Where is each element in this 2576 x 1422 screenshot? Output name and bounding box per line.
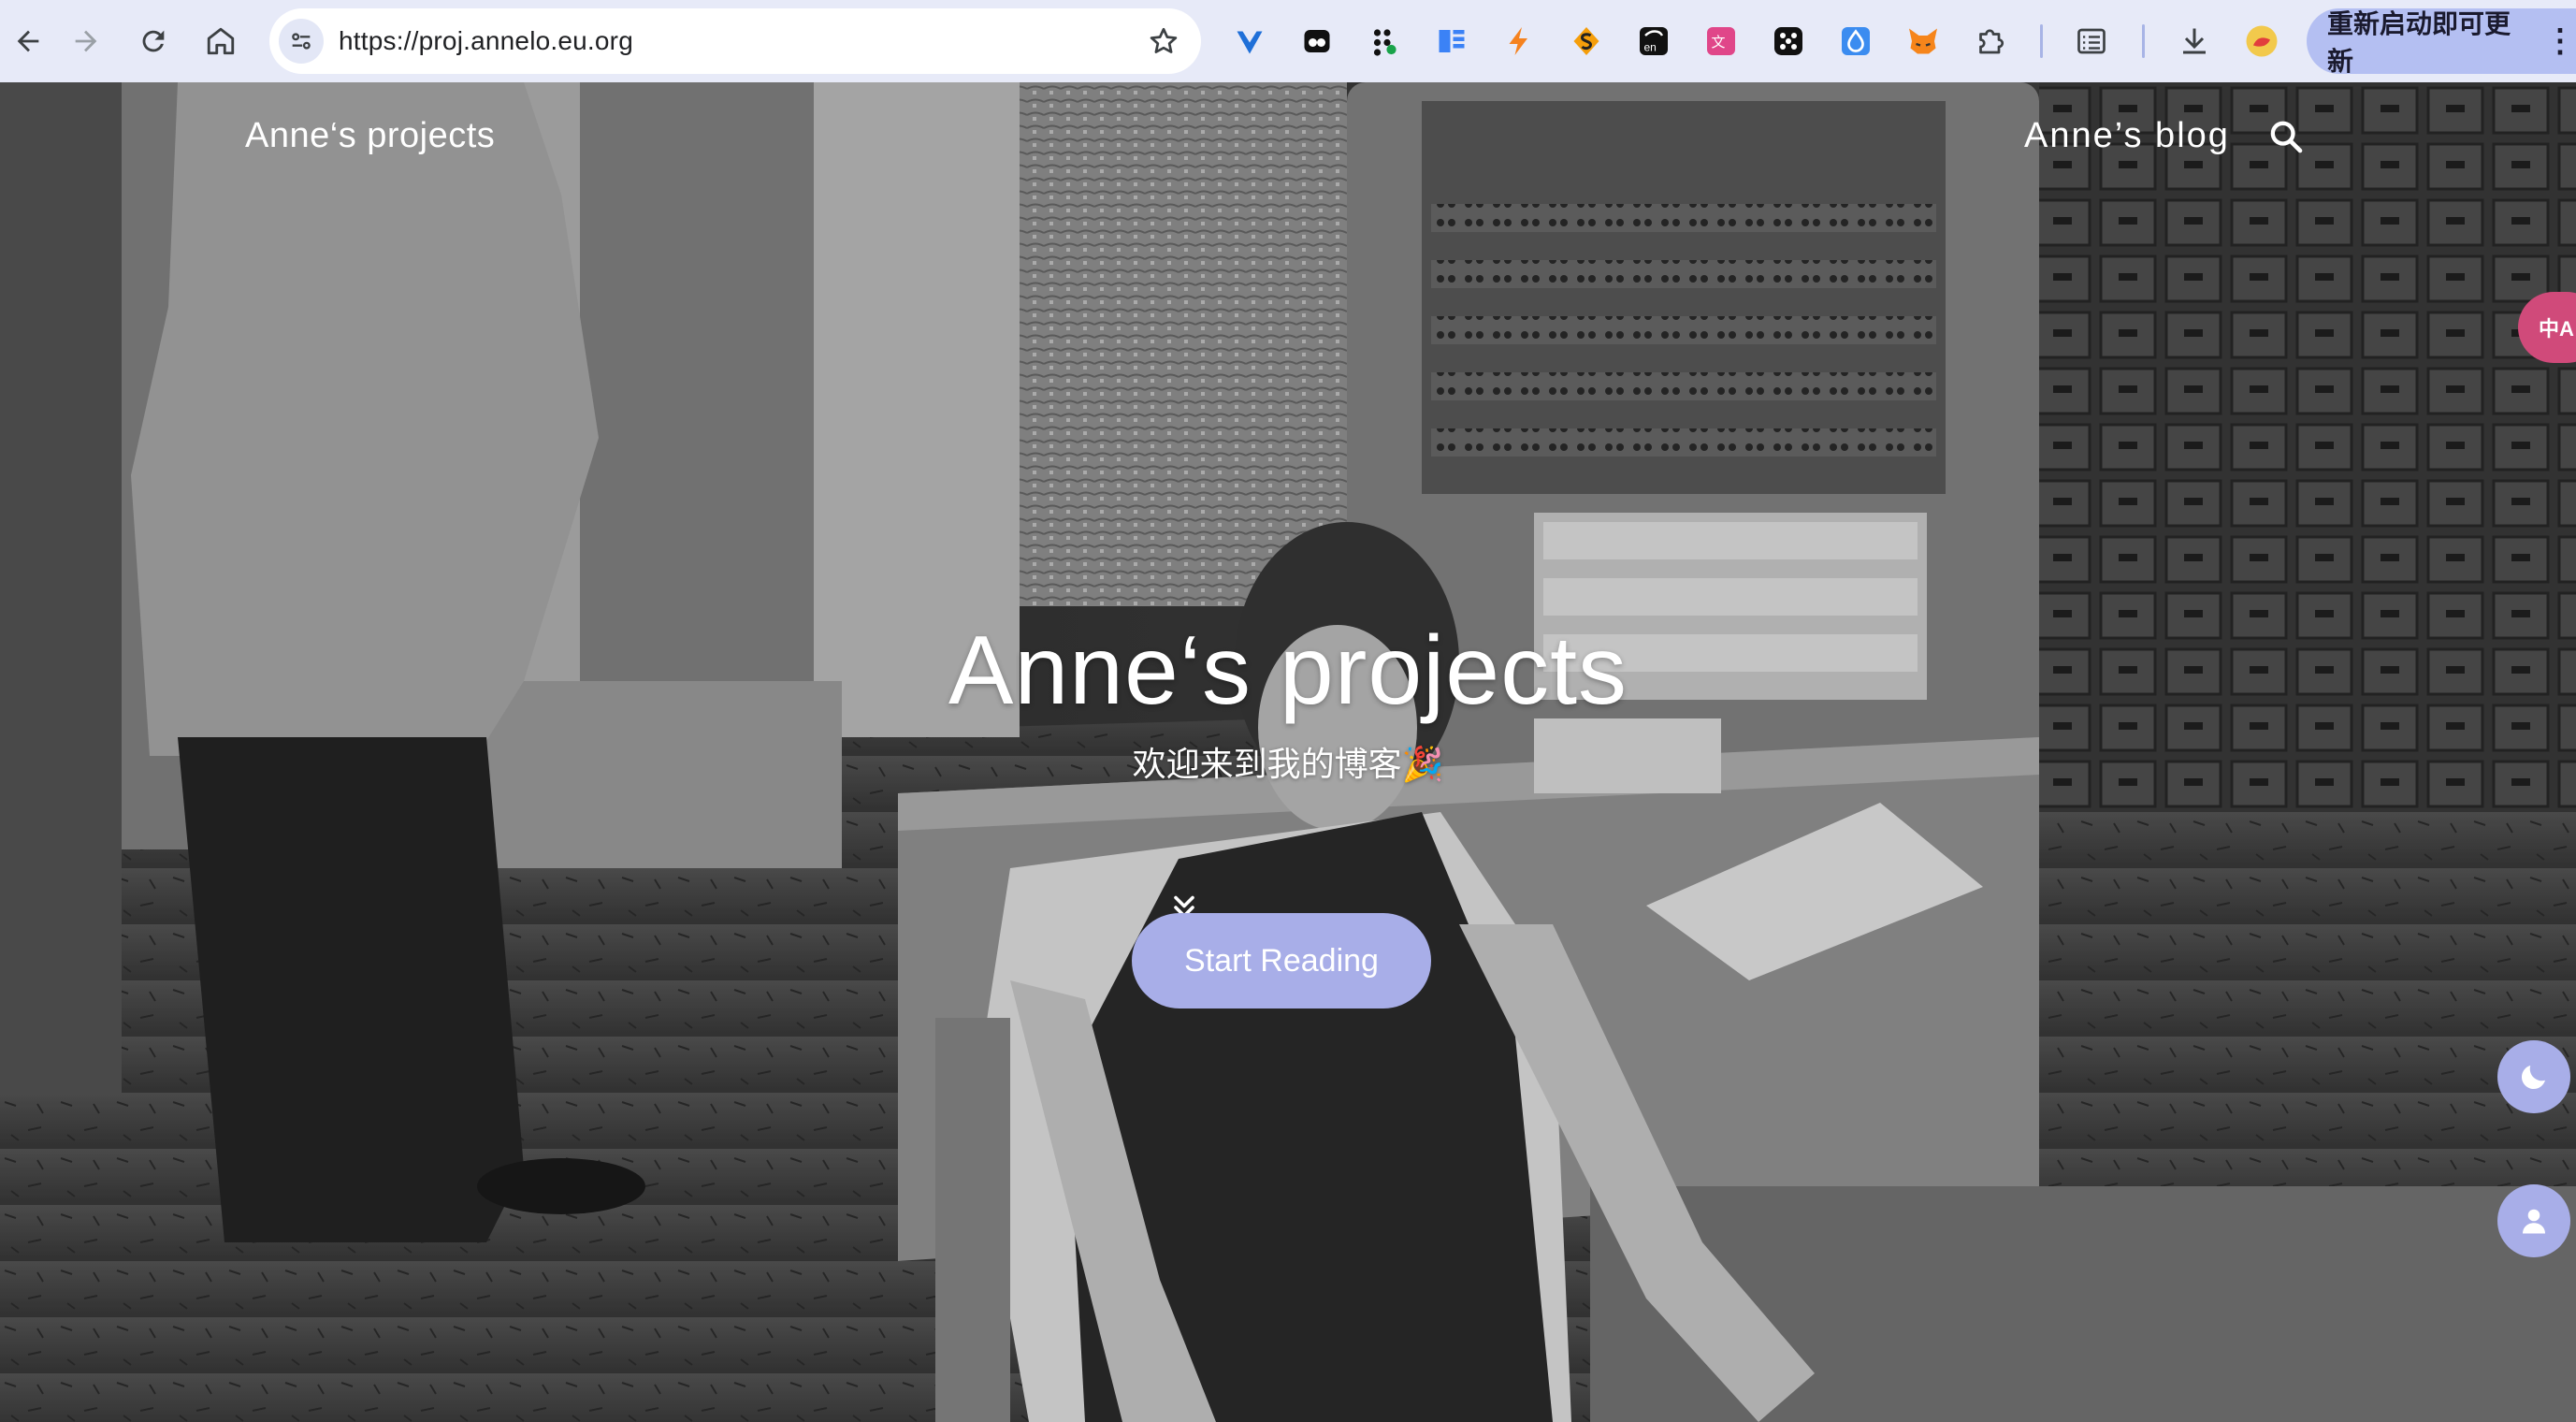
download-icon	[2183, 28, 2206, 54]
dots-extension-icon	[1373, 29, 1397, 56]
site-title-link[interactable]: Anne‘s projects	[245, 116, 495, 156]
toolbar-separator	[2040, 24, 2043, 58]
start-reading-button[interactable]: Start Reading	[1132, 913, 1431, 1008]
reading-list-button[interactable]	[2071, 21, 2112, 62]
dice-extension-icon	[1774, 27, 1802, 55]
puzzle-extensions-icon	[1979, 29, 2004, 54]
reading-list-icon	[2077, 28, 2106, 54]
drop-extension-icon	[1842, 27, 1870, 55]
fox-extension-icon	[1909, 28, 1937, 54]
user-icon	[2523, 1209, 2545, 1234]
ghost-extension-button[interactable]	[1296, 21, 1338, 62]
s-extension-icon	[1573, 27, 1599, 55]
toolbar-separator	[2142, 24, 2145, 58]
site-settings-button[interactable]	[279, 19, 324, 64]
reload-icon	[142, 30, 165, 52]
dice-extension-button[interactable]	[1768, 21, 1809, 62]
hero-title: Anne‘s projects	[948, 617, 1628, 725]
profile-button[interactable]	[2241, 21, 2282, 62]
profile-avatar-icon	[2246, 25, 2278, 57]
back-arrow-icon	[17, 30, 39, 52]
reader-extension-icon	[1439, 30, 1465, 52]
drop-extension-button[interactable]	[1835, 21, 1876, 62]
forward-arrow-icon	[75, 30, 97, 52]
dark-mode-toggle[interactable]	[2497, 1040, 2570, 1113]
ghost-extension-icon	[1304, 30, 1330, 52]
moon-icon	[2521, 1066, 2545, 1090]
reload-button[interactable]	[125, 13, 181, 69]
translate-zh-extension-icon: 文	[1707, 27, 1735, 55]
svg-text:en: en	[1644, 41, 1657, 54]
update-restart-button[interactable]: 重新启动即可更新 ⋮	[2307, 8, 2576, 76]
s-extension-button[interactable]	[1566, 21, 1607, 62]
heart-extension-button[interactable]	[1229, 21, 1270, 62]
site-settings-icon	[292, 33, 311, 50]
update-restart-label: 重新启动即可更新	[2327, 9, 2511, 76]
browser-toolbar: https://proj.annelo.eu.org en 文 重新启动即可更新…	[0, 0, 2576, 82]
reader-extension-button[interactable]	[1431, 21, 1472, 62]
translate-zh-extension-button[interactable]: 文	[1700, 21, 1742, 62]
download-button[interactable]	[2174, 21, 2215, 62]
bookmark-star-icon[interactable]	[1147, 24, 1180, 58]
hero-subtitle: 欢迎来到我的博客🎉	[1132, 745, 1444, 783]
dots-extension-button[interactable]	[1364, 21, 1405, 62]
address-bar[interactable]: https://proj.annelo.eu.org	[269, 8, 1201, 74]
back-button[interactable]	[0, 13, 56, 69]
home-icon	[207, 27, 235, 55]
bolt-extension-button[interactable]	[1498, 21, 1540, 62]
svg-text:文: 文	[1712, 34, 1726, 51]
bolt-extension-icon	[1509, 27, 1527, 55]
more-menu-icon[interactable]: ⋮	[2544, 25, 2576, 57]
page-viewport: Anne‘s projects Anne’s blog Anne‘s proje…	[0, 82, 2576, 1422]
home-button[interactable]	[193, 13, 249, 69]
search-icon[interactable]	[2267, 118, 2305, 155]
translate-en-extension-button[interactable]: en	[1633, 21, 1674, 62]
heart-extension-icon	[1237, 31, 1263, 54]
translate-en-extension-icon: en	[1640, 27, 1668, 55]
forward-button[interactable]	[58, 13, 114, 69]
fox-extension-button[interactable]	[1903, 21, 1944, 62]
extensions-menu-button[interactable]	[1970, 21, 2011, 62]
blog-nav-link[interactable]: Anne’s blog	[2024, 116, 2230, 156]
user-button[interactable]	[2497, 1184, 2570, 1257]
url-text[interactable]: https://proj.annelo.eu.org	[339, 8, 633, 74]
